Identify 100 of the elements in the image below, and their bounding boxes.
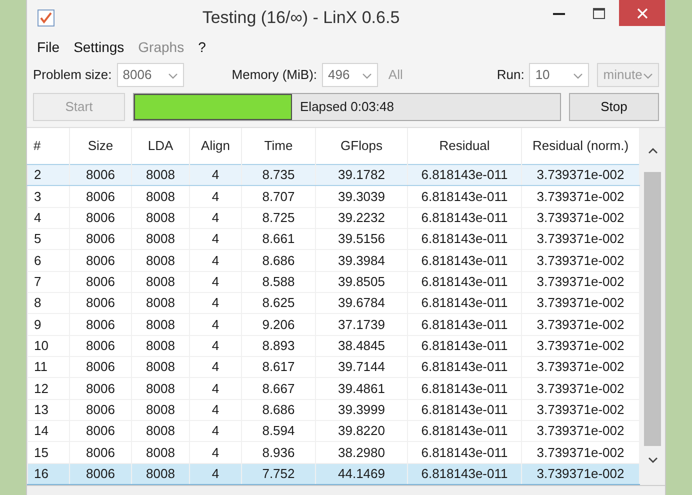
table-cell: 6.818143e-011 xyxy=(408,314,522,336)
table-cell: 11 xyxy=(28,356,70,378)
table-cell: 8006 xyxy=(70,207,132,229)
table-cell: 8006 xyxy=(70,314,132,336)
table-cell: 8006 xyxy=(70,399,132,420)
chevron-down-icon[interactable] xyxy=(168,72,178,79)
table-cell: 6.818143e-011 xyxy=(408,378,522,400)
table-cell: 8.667 xyxy=(242,378,316,400)
table-cell: 8006 xyxy=(70,356,132,378)
table-cell: 6.818143e-011 xyxy=(408,292,522,314)
menu-item[interactable]: ? xyxy=(198,36,206,58)
table-cell: 7 xyxy=(28,271,70,293)
table-cell: 8008 xyxy=(132,420,190,442)
table-cell: 12 xyxy=(28,378,70,400)
menu-item[interactable]: Settings xyxy=(74,36,124,58)
table-cell: 6.818143e-011 xyxy=(408,442,522,464)
table-cell: 8006 xyxy=(70,292,132,314)
table-cell: 39.6784 xyxy=(316,292,408,314)
table-cell: 8008 xyxy=(132,228,190,250)
table-cell: 8006 xyxy=(70,378,132,400)
table-cell: 8008 xyxy=(132,207,190,229)
table-cell: 8008 xyxy=(132,378,190,400)
chevron-down-icon[interactable] xyxy=(362,72,372,79)
table-cell: 3.739371e-002 xyxy=(522,271,640,293)
table-cell: 8008 xyxy=(132,271,190,293)
table-cell: 4 xyxy=(190,463,242,484)
scrollbar[interactable] xyxy=(640,128,665,485)
table-cell: 8006 xyxy=(70,186,132,208)
table-cell: 4 xyxy=(190,442,242,464)
table-cell: 8006 xyxy=(70,442,132,464)
table-cell: 4 xyxy=(190,314,242,336)
table-cell: 3.739371e-002 xyxy=(522,420,640,442)
table-cell: 3.739371e-002 xyxy=(522,442,640,464)
table-cell: 8008 xyxy=(132,164,190,186)
table-cell: 4 xyxy=(190,250,242,272)
table-cell: 39.3039 xyxy=(316,186,408,208)
dropdown[interactable]: 10 xyxy=(529,63,590,87)
table-cell: 3.739371e-002 xyxy=(522,335,640,357)
table-cell: 39.2232 xyxy=(316,207,408,229)
minimize-icon[interactable] xyxy=(553,12,565,14)
table-cell: 4 xyxy=(190,186,242,208)
table-cell: 4 xyxy=(190,292,242,314)
table-cell: 4 xyxy=(190,207,242,229)
table-cell: 8008 xyxy=(132,399,190,420)
table-cell: 8 xyxy=(28,292,70,314)
table-cell: 8008 xyxy=(132,314,190,336)
table-cell: 38.4845 xyxy=(316,335,408,357)
scroll-thumb[interactable] xyxy=(644,172,661,446)
table-cell: 8.661 xyxy=(242,228,316,250)
table-cell: 6.818143e-011 xyxy=(408,399,522,420)
table-cell: 14 xyxy=(28,420,70,442)
stop-button[interactable]: Stop xyxy=(569,93,659,121)
table-cell: 8.725 xyxy=(242,207,316,229)
table-cell: 8.707 xyxy=(242,186,316,208)
menu-item[interactable]: File xyxy=(37,36,60,58)
table-cell: 3.739371e-002 xyxy=(522,399,640,420)
table-cell: 6.818143e-011 xyxy=(408,250,522,272)
table-cell: 44.1469 xyxy=(316,463,408,484)
table-cell: 8008 xyxy=(132,442,190,464)
dropdown[interactable]: 496 xyxy=(322,63,378,87)
table-cell: 6.818143e-011 xyxy=(408,271,522,293)
table-cell: 3.739371e-002 xyxy=(522,228,640,250)
close-button[interactable] xyxy=(619,0,665,26)
close-icon[interactable] xyxy=(636,8,648,18)
table-cell: 8006 xyxy=(70,463,132,484)
scroll-up-icon[interactable] xyxy=(648,148,658,154)
table-cell: 10 xyxy=(28,335,70,357)
table-cell: 39.3999 xyxy=(316,399,408,420)
hint-label: All xyxy=(388,66,403,84)
table-cell: 3.739371e-002 xyxy=(522,292,640,314)
table-cell: 6.818143e-011 xyxy=(408,335,522,357)
table-cell: 4 xyxy=(190,356,242,378)
table-cell: 8.686 xyxy=(242,399,316,420)
table-cell: 8.735 xyxy=(242,164,316,186)
table-cell: 16 xyxy=(28,463,70,484)
table-cell: 8.617 xyxy=(242,356,316,378)
table-cell: 6.818143e-011 xyxy=(408,356,522,378)
table-cell: 4 xyxy=(190,399,242,420)
table-cell: 8006 xyxy=(70,335,132,357)
table-cell: 4 xyxy=(190,420,242,442)
table-cell: 6.818143e-011 xyxy=(408,463,522,484)
table-cell: 3.739371e-002 xyxy=(522,378,640,400)
maximize-icon[interactable] xyxy=(593,8,605,18)
table-cell: 39.8505 xyxy=(316,271,408,293)
table-cell: 8.686 xyxy=(242,250,316,272)
dropdown[interactable]: 8006 xyxy=(116,63,184,87)
table-cell: 39.3984 xyxy=(316,250,408,272)
table-cell: 8008 xyxy=(132,463,190,484)
table-cell: 8.936 xyxy=(242,442,316,464)
table-cell: 8.893 xyxy=(242,335,316,357)
table-cell: 39.1782 xyxy=(316,164,408,186)
scroll-down-icon[interactable] xyxy=(648,457,658,464)
table-cell: 13 xyxy=(28,399,70,420)
table-cell: 4 xyxy=(28,207,70,229)
table-cell: 39.7144 xyxy=(316,356,408,378)
table-cell: 7.752 xyxy=(242,463,316,484)
table-cell: 3.739371e-002 xyxy=(522,186,640,208)
table-cell: 3.739371e-002 xyxy=(522,207,640,229)
field-label: Memory (MiB): xyxy=(232,66,318,84)
chevron-down-icon[interactable] xyxy=(573,72,584,79)
